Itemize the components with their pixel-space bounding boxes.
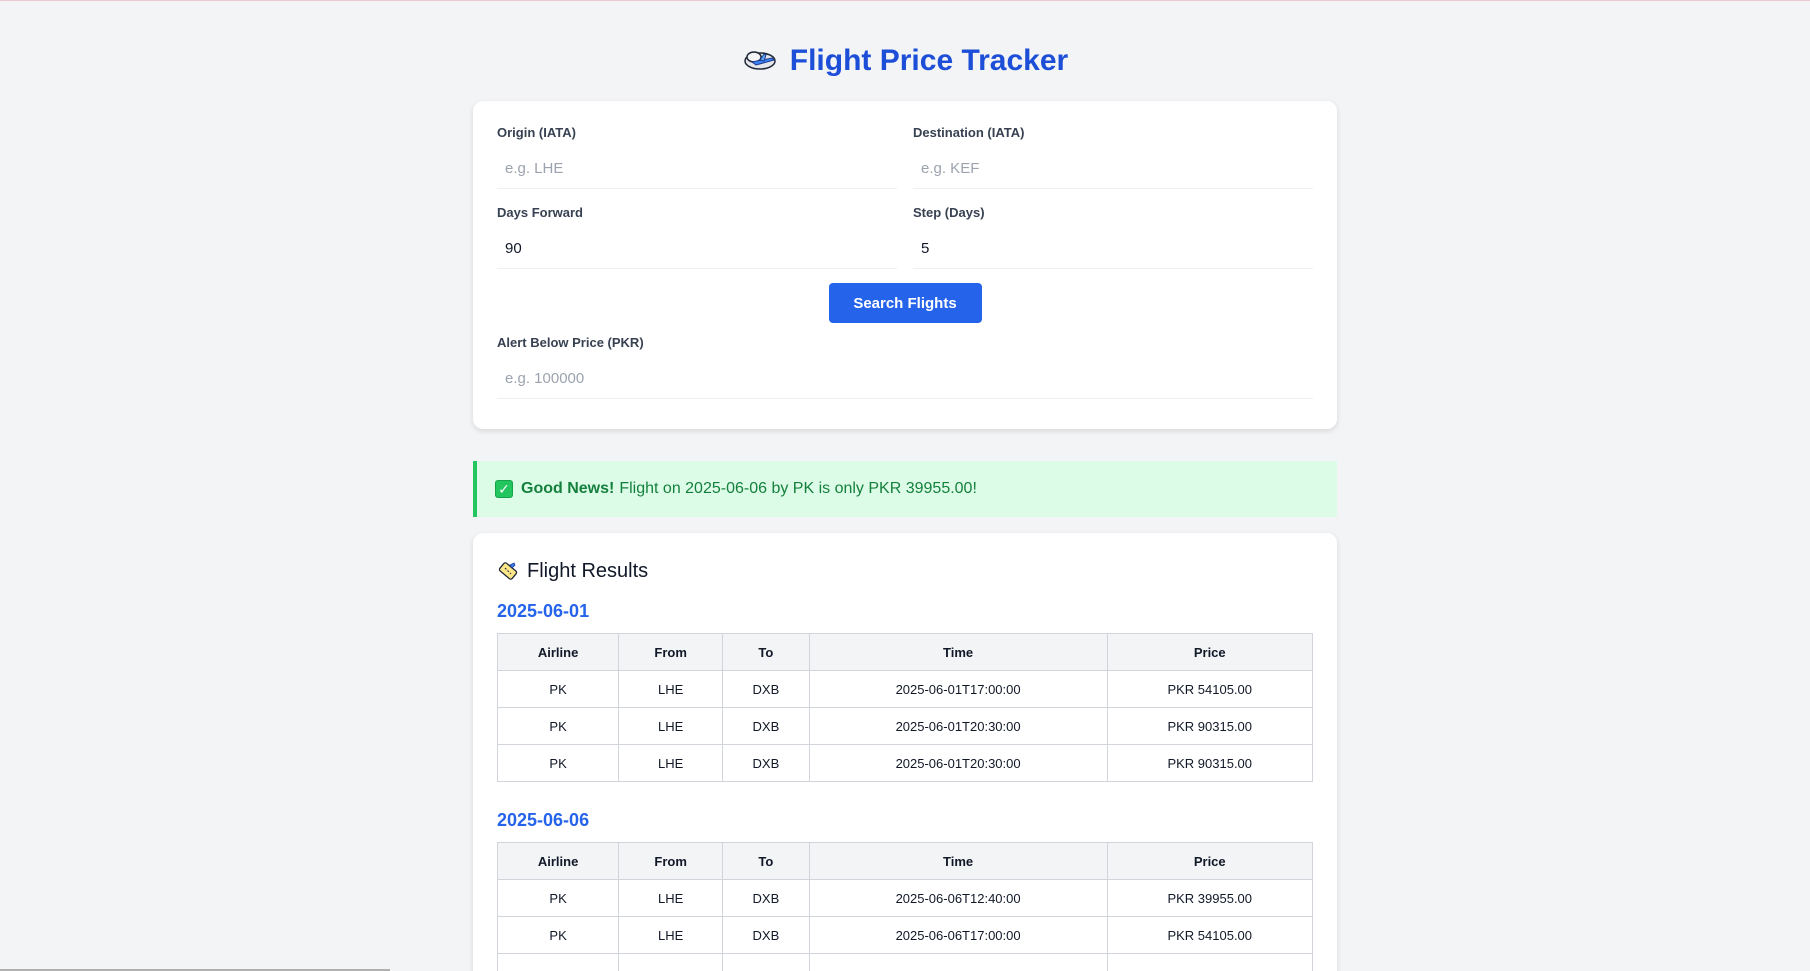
column-header: Time	[808, 842, 1108, 880]
flight-table: Airline From To Time Price PK LHE DXB 2025-06-06…	[496, 842, 1313, 971]
table-cell: DXB	[722, 670, 810, 708]
origin-field-group: Origin (IATA)	[497, 125, 897, 189]
table-cell: PK	[496, 879, 620, 917]
step-days-input[interactable]	[913, 229, 1313, 269]
search-flights-button[interactable]: Search Flights	[828, 283, 982, 323]
alert-price-field-group: Alert Below Price (PKR)	[497, 335, 1313, 399]
header: Flight Price Tracker	[473, 1, 1337, 101]
table-cell: DXB	[722, 879, 810, 917]
table-cell: LHE	[618, 744, 724, 782]
column-header: To	[722, 633, 810, 671]
destination-input[interactable]	[913, 149, 1313, 189]
table-cell	[722, 953, 810, 971]
table-row: PK LHE DXB 2025-06-06T17:00:00 PKR 54105.00	[496, 916, 1313, 954]
table-cell	[496, 953, 620, 971]
table-cell: 2025-06-01T20:30:00	[808, 707, 1108, 745]
check-icon: ✓	[495, 480, 513, 498]
results-groups: 2025-06-01 Airline From To Time Price PK LHE DXB…	[496, 601, 1313, 971]
search-form: Origin (IATA) Destination (IATA) Days Fo…	[473, 101, 1337, 429]
results-card: Flight Results 2025-06-01 Airline From To Ti…	[473, 533, 1337, 971]
days-forward-input[interactable]	[497, 229, 897, 269]
table-cell	[618, 953, 724, 971]
date-heading: 2025-06-01	[497, 601, 590, 621]
table-row: PK LHE DXB 2025-06-01T20:30:00 PKR 90315.00	[496, 744, 1313, 782]
table-cell: PKR 39955.00	[1106, 879, 1313, 917]
column-header: Price	[1106, 842, 1313, 880]
table-cell: DXB	[722, 744, 810, 782]
table-cell: LHE	[618, 879, 724, 917]
results-heading-text: Flight Results	[527, 559, 649, 582]
column-header: From	[618, 842, 724, 880]
table-cell: PKR 54105.00	[1106, 916, 1313, 954]
page-title: Flight Price Tracker	[742, 44, 1068, 78]
flight-table: Airline From To Time Price PK LHE DXB 2025-06-01…	[496, 633, 1313, 782]
destination-field-group: Destination (IATA)	[913, 125, 1313, 189]
column-header: To	[722, 842, 810, 880]
column-header: From	[618, 633, 724, 671]
table-header-row: Airline From To Time Price	[496, 842, 1313, 880]
date-group: 2025-06-06 Airline From To Time Price PK LHE DXB…	[496, 810, 1313, 971]
table-cell: PKR 90315.00	[1106, 707, 1313, 745]
alert-price-label: Alert Below Price (PKR)	[497, 335, 644, 350]
table-cell: LHE	[618, 670, 724, 708]
airplane-icon	[744, 51, 776, 70]
table-cell: 2025-06-06T12:40:00	[808, 879, 1108, 917]
table-cell: PK	[496, 670, 620, 708]
table-row: PK LHE DXB 2025-06-01T17:00:00 PKR 54105.00	[496, 670, 1313, 708]
app-title: Flight Price Tracker	[789, 44, 1069, 77]
table-row	[496, 953, 1313, 971]
origin-label: Origin (IATA)	[497, 125, 576, 140]
table-cell: 2025-06-01T17:00:00	[808, 670, 1108, 708]
form-grid: Origin (IATA) Destination (IATA) Days Fo…	[497, 125, 1313, 285]
destination-label: Destination (IATA)	[913, 125, 1025, 140]
step-days-label: Step (Days)	[913, 205, 985, 220]
days-forward-field-group: Days Forward	[497, 205, 897, 269]
table-cell: LHE	[618, 707, 724, 745]
date-group: 2025-06-01 Airline From To Time Price PK LHE DXB…	[496, 601, 1313, 782]
column-header: Time	[808, 633, 1108, 671]
table-cell	[1106, 953, 1313, 971]
table-cell: DXB	[722, 916, 810, 954]
origin-input[interactable]	[497, 149, 897, 189]
table-cell	[808, 953, 1108, 971]
column-header: Price	[1106, 633, 1313, 671]
table-header-row: Airline From To Time Price	[496, 633, 1313, 671]
alert-message: Flight on 2025-06-06 by PK is only PKR 3…	[619, 480, 977, 497]
column-header: Airline	[496, 842, 620, 880]
results-heading: Flight Results	[497, 559, 1313, 583]
alert-price-input[interactable]	[497, 359, 1313, 399]
table-cell: PK	[496, 744, 620, 782]
ticket-icon	[498, 562, 518, 580]
days-forward-label: Days Forward	[497, 205, 583, 220]
table-cell: PK	[496, 707, 620, 745]
table-row: PK LHE DXB 2025-06-01T20:30:00 PKR 90315.00	[496, 707, 1313, 745]
table-cell: 2025-06-01T20:30:00	[808, 744, 1108, 782]
step-days-field-group: Step (Days)	[913, 205, 1313, 269]
page-container: Flight Price Tracker Origin (IATA) Desti…	[473, 1, 1337, 971]
table-cell: DXB	[722, 707, 810, 745]
alert-strong: Good News!	[521, 480, 615, 497]
price-alert-banner: ✓ Good News! Flight on 2025-06-06 by PK …	[473, 461, 1337, 517]
table-cell: PK	[496, 916, 620, 954]
table-cell: PKR 90315.00	[1106, 744, 1313, 782]
search-button-row: Search Flights	[497, 283, 1313, 323]
table-cell: PKR 54105.00	[1106, 670, 1313, 708]
table-row: PK LHE DXB 2025-06-06T12:40:00 PKR 39955.00	[496, 879, 1313, 917]
table-cell: LHE	[618, 916, 724, 954]
table-cell: 2025-06-06T17:00:00	[808, 916, 1108, 954]
column-header: Airline	[496, 633, 620, 671]
date-heading: 2025-06-06	[497, 810, 590, 830]
